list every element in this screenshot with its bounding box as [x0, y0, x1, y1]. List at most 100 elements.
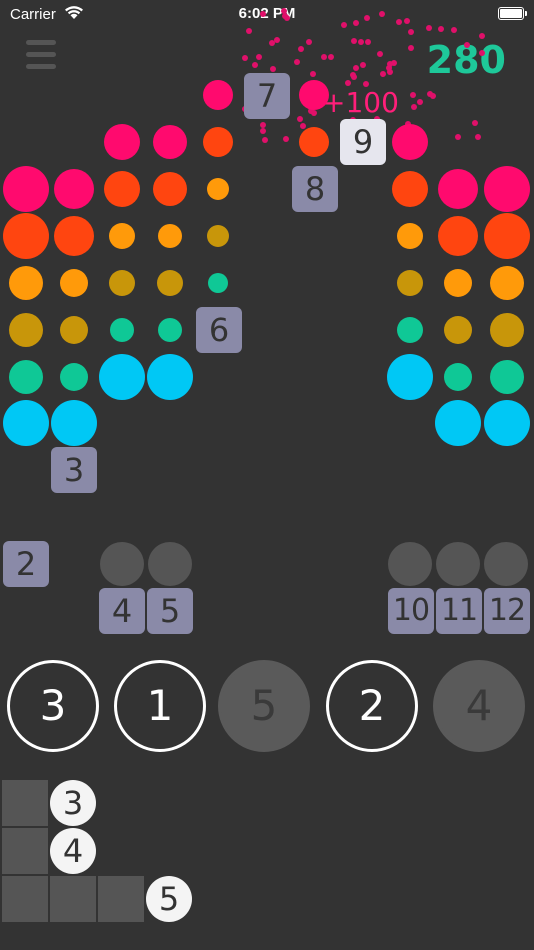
color-dot — [54, 216, 94, 256]
color-dot — [484, 400, 530, 446]
number-tile-selected[interactable]: 9 — [340, 119, 386, 165]
spark — [362, 80, 369, 87]
spark — [352, 65, 359, 72]
menu-button[interactable] — [26, 40, 56, 70]
color-dot — [444, 363, 472, 391]
color-dot — [484, 166, 530, 212]
color-dot — [51, 400, 97, 446]
spark — [262, 136, 269, 143]
number-tile[interactable]: 2 — [3, 541, 49, 587]
color-dot — [3, 166, 49, 212]
spark — [359, 61, 366, 68]
color-dot — [299, 80, 329, 110]
color-dot — [207, 225, 229, 247]
preview-cell — [2, 828, 48, 874]
spark — [259, 122, 266, 129]
spark — [425, 25, 432, 32]
spark — [380, 71, 387, 78]
preview-cell — [98, 876, 144, 922]
spark — [251, 61, 258, 68]
color-dot — [3, 213, 49, 259]
color-dot — [490, 313, 524, 347]
empty-slot — [100, 542, 144, 586]
color-dot — [208, 273, 228, 293]
color-dot — [157, 270, 183, 296]
empty-slot — [388, 542, 432, 586]
color-dot — [99, 354, 145, 400]
spark — [274, 37, 280, 44]
choice-button-used[interactable]: 5 — [218, 660, 310, 752]
color-dot — [490, 266, 524, 300]
color-dot — [203, 127, 233, 157]
choice-button[interactable]: 1 — [114, 660, 206, 752]
choice-button[interactable]: 2 — [326, 660, 418, 752]
spark — [293, 59, 300, 66]
color-dot — [104, 124, 140, 160]
number-tile[interactable]: 5 — [147, 588, 193, 634]
preview-number: 5 — [146, 876, 192, 922]
number-tile[interactable]: 8 — [292, 166, 338, 212]
spark — [471, 119, 478, 126]
color-dot — [153, 125, 187, 159]
number-tile[interactable]: 7 — [244, 73, 290, 119]
spark — [241, 54, 248, 61]
spark — [364, 38, 371, 45]
color-dot — [387, 354, 433, 400]
number-tile[interactable]: 4 — [99, 588, 145, 634]
color-dot — [110, 318, 134, 342]
spark — [320, 54, 327, 61]
spark — [378, 11, 385, 18]
number-tile[interactable]: 10 — [388, 588, 434, 634]
spark — [411, 103, 418, 110]
spark — [297, 46, 304, 53]
spark — [259, 128, 266, 135]
menu-icon — [26, 40, 56, 45]
spark — [416, 98, 423, 105]
color-dot — [3, 400, 49, 446]
spark — [340, 22, 347, 29]
spark — [270, 65, 277, 72]
spark — [357, 38, 364, 45]
spark — [407, 28, 414, 35]
menu-icon-bar — [26, 64, 56, 69]
color-dot — [397, 317, 423, 343]
color-dot — [9, 266, 43, 300]
spark — [437, 25, 444, 32]
spark — [474, 134, 481, 141]
number-tile[interactable]: 11 — [436, 588, 482, 634]
color-dot — [9, 360, 43, 394]
color-dot — [153, 172, 187, 206]
color-dot — [60, 363, 88, 391]
number-tile[interactable]: 6 — [196, 307, 242, 353]
color-dot — [147, 354, 193, 400]
preview-number: 3 — [50, 780, 96, 826]
spark — [390, 60, 397, 67]
color-dot — [392, 124, 428, 160]
preview-cell — [2, 780, 48, 826]
number-tile[interactable]: 12 — [484, 588, 530, 634]
spark — [282, 136, 289, 143]
color-dot — [9, 313, 43, 347]
spark — [386, 68, 393, 75]
color-dot — [158, 224, 182, 248]
number-tile[interactable]: 3 — [51, 447, 97, 493]
spark — [410, 92, 417, 99]
color-dot — [444, 316, 472, 344]
spark — [327, 53, 334, 60]
spark — [478, 50, 485, 57]
empty-slot — [148, 542, 192, 586]
choice-button-used[interactable]: 4 — [433, 660, 525, 752]
clock: 6:02 PM — [238, 5, 296, 22]
color-dot — [109, 270, 135, 296]
empty-slot — [484, 542, 528, 586]
status-bar: Carrier 6:02 PM — [0, 0, 534, 30]
color-dot — [438, 169, 478, 209]
spark — [344, 79, 351, 86]
menu-icon-bar — [26, 52, 56, 57]
color-dot — [207, 178, 229, 200]
preview-cell — [2, 876, 48, 922]
choice-button[interactable]: 3 — [7, 660, 99, 752]
color-dot — [54, 169, 94, 209]
spark — [352, 19, 359, 26]
color-dot — [435, 400, 481, 446]
